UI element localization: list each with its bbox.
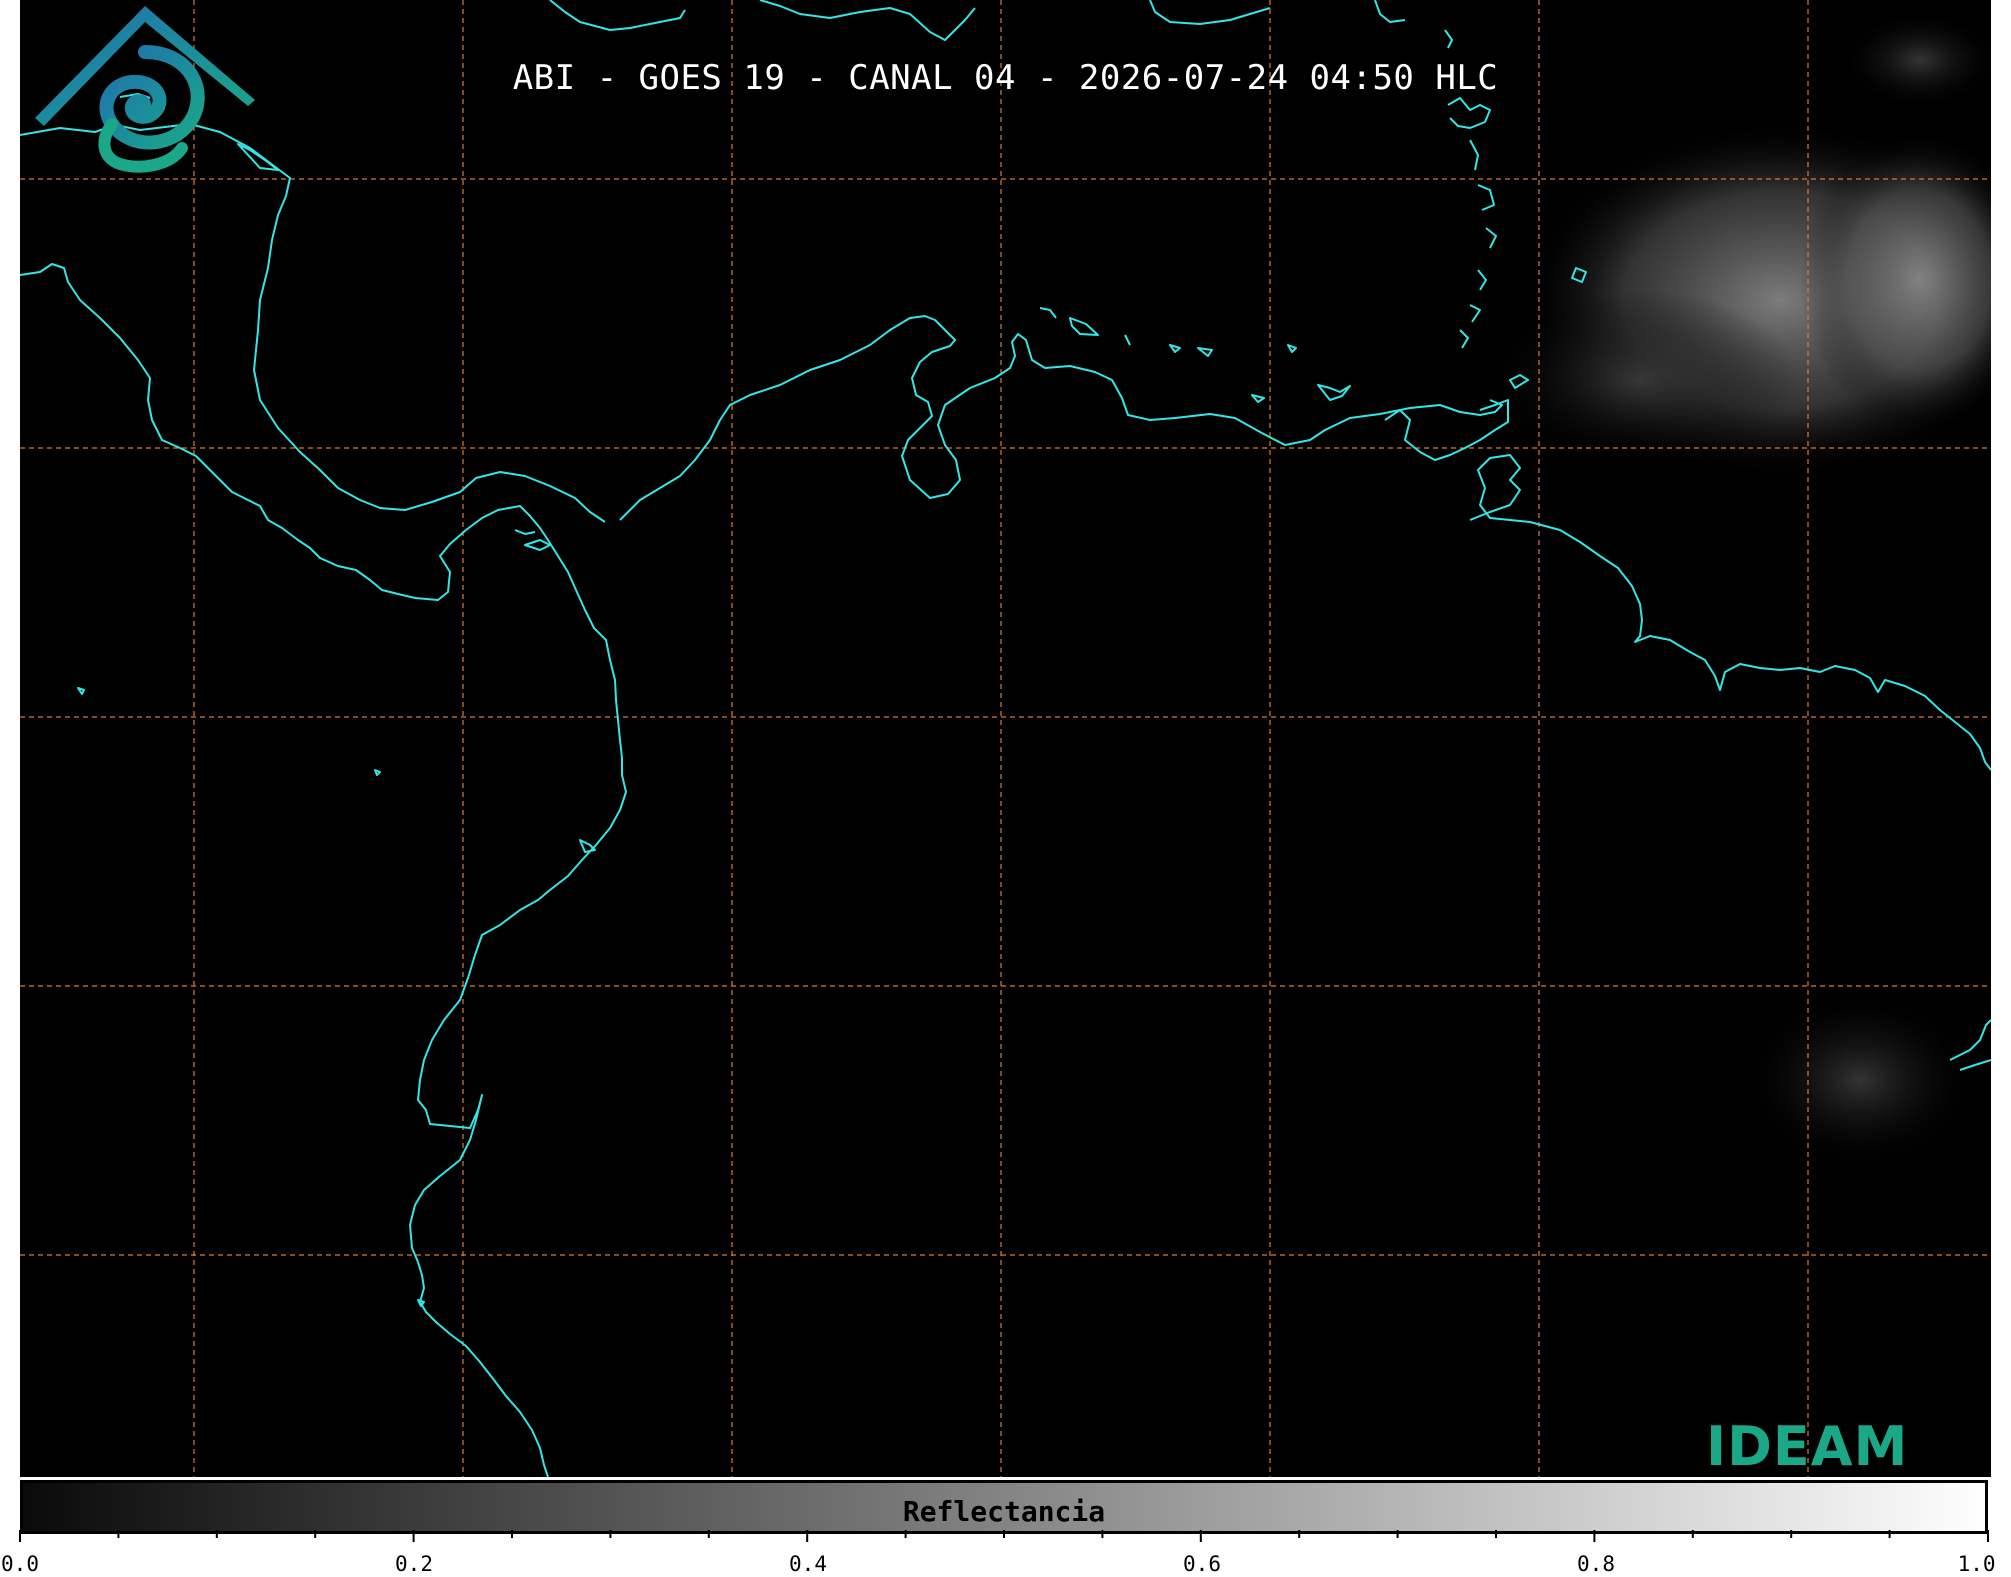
tick-label-2: 0.4 — [789, 1552, 827, 1576]
tick-label-0: 0.0 — [1, 1552, 39, 1576]
ideam-logo-text: IDEAM — [1706, 1415, 1909, 1477]
tick-label-4: 0.8 — [1577, 1552, 1615, 1576]
tick-label-5: 1.0 — [1957, 1552, 1996, 1576]
colorbar-ticks — [19, 1530, 1989, 1542]
ideam-logo — [35, 6, 255, 173]
cloud-cover — [1480, 10, 1991, 1170]
colorbar: Reflectancia — [20, 1480, 1988, 1534]
map-title: ABI - GOES 19 - CANAL 04 - 2026-07-24 04… — [512, 58, 1499, 98]
colorbar-label: Reflectancia — [902, 1495, 1106, 1528]
map-layer — [20, 0, 1991, 1477]
tick-label-3: 0.6 — [1183, 1552, 1221, 1576]
satellite-map: ABI - GOES 19 - CANAL 04 - 2026-07-24 04… — [20, 0, 1991, 1477]
tick-label-1: 0.2 — [395, 1552, 433, 1576]
